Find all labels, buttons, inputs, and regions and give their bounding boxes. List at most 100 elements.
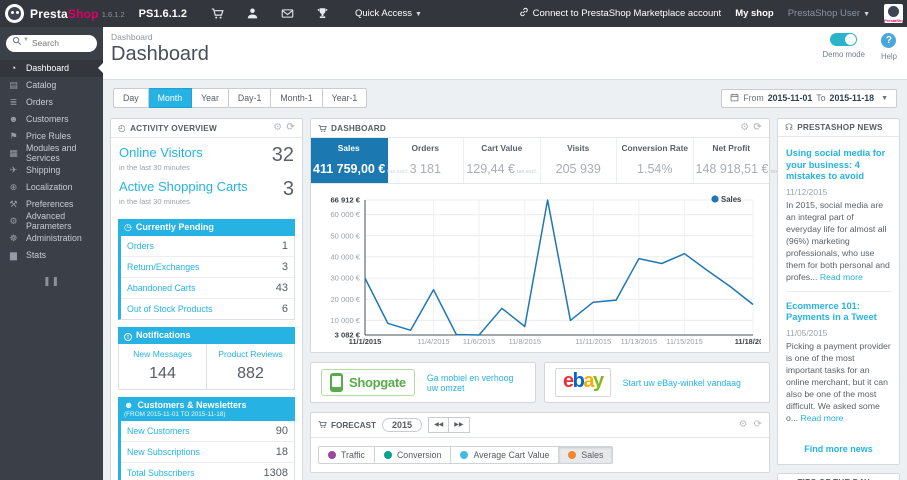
date-range-picker[interactable]: From 2015-11-01 To 2015-11-18 ▼ bbox=[721, 88, 897, 108]
quick-access-menu[interactable]: Quick Access ▼ bbox=[355, 8, 422, 19]
sidebar-item-catalog[interactable]: ▤ Catalog bbox=[0, 77, 103, 94]
sidebar-item-dashboard[interactable]: ◔ Dashboard bbox=[0, 59, 103, 77]
svg-text:20 000 €: 20 000 € bbox=[330, 295, 360, 304]
collapse-menu-icon[interactable]: ❚❚ bbox=[0, 276, 103, 287]
refresh-icon[interactable]: ⟳ bbox=[753, 123, 762, 133]
metric-cell-product-reviews[interactable]: Product Reviews 882 bbox=[207, 344, 295, 390]
activity-sections: ◷ Currently Pending Orders 1 Return/Exchange… bbox=[111, 219, 302, 480]
stat-cart-value[interactable]: Cart Value 129,44 € tax excl. bbox=[464, 138, 541, 183]
svg-text:10 000 €: 10 000 € bbox=[330, 316, 360, 325]
sidebar-item-administration[interactable]: ☸ Administration bbox=[0, 230, 103, 247]
demo-mode-toggle[interactable] bbox=[830, 33, 858, 46]
marketplace-link[interactable]: Connect to PrestaShop Marketplace accoun… bbox=[519, 7, 721, 20]
forecast-tab-sales[interactable]: Sales bbox=[559, 446, 614, 465]
ebay-link[interactable]: Start uw eBay-winkel vandaag bbox=[623, 378, 741, 388]
previous-year-button[interactable]: ◀◀ bbox=[428, 417, 450, 434]
metric-row-return-exchanges[interactable]: Return/Exchanges 3 bbox=[121, 257, 294, 278]
metric-row-out-of-stock-products[interactable]: Out of Stock Products 6 bbox=[121, 299, 294, 319]
cart-icon[interactable] bbox=[211, 7, 224, 20]
range-button-year-1[interactable]: Year-1 bbox=[322, 88, 368, 108]
metric-row-abandoned-carts[interactable]: Abandoned Carts 43 bbox=[121, 278, 294, 299]
forecast-tab-traffic[interactable]: Traffic bbox=[318, 446, 375, 465]
forecast-tab-average-cart-value[interactable]: Average Cart Value bbox=[451, 446, 560, 465]
kpi-link[interactable]: Online Visitors bbox=[119, 145, 203, 160]
stats-icon: ▆ bbox=[10, 249, 17, 260]
demo-mode-control: Demo mode bbox=[822, 33, 865, 61]
stat-sales[interactable]: Sales 411 759,00 € tax excl. bbox=[311, 138, 409, 183]
globe-icon: ⊕ bbox=[9, 181, 18, 192]
my-shop-link[interactable]: My shop bbox=[735, 8, 774, 19]
range-button-day-1[interactable]: Day-1 bbox=[228, 88, 272, 108]
search-scope-caret-icon[interactable]: ▼ bbox=[23, 37, 29, 43]
shopgate-ad[interactable]: Shopgate Ga mobiel en verhoog uw omzet bbox=[310, 362, 536, 403]
sidebar-item-label: Advanced Parameters bbox=[26, 211, 72, 231]
sidebar-nav: ◔ Dashboard ▤ Catalog ≣ Orders ☻ Customers ⚑ Pric… bbox=[0, 59, 103, 264]
svg-text:30 000 €: 30 000 € bbox=[330, 274, 360, 283]
metric-cell-new-messages[interactable]: New Messages 144 bbox=[118, 344, 207, 390]
ebay-ad[interactable]: ebay Start uw eBay-winkel vandaag bbox=[544, 362, 770, 403]
metric-row-total-subscribers[interactable]: Total Subscribers 1308 bbox=[121, 463, 294, 480]
stat-conversion-rate[interactable]: Conversion Rate 1.54% bbox=[617, 138, 694, 183]
sidebar-item-preferences[interactable]: ⚒ Preferences bbox=[0, 196, 103, 213]
forecast-tab-conversion[interactable]: Conversion bbox=[374, 446, 452, 465]
range-button-year[interactable]: Year bbox=[192, 88, 229, 108]
refresh-icon[interactable]: ⟳ bbox=[754, 420, 762, 430]
sidebar-item-customers[interactable]: ☻ Customers bbox=[0, 111, 103, 128]
sidebar-item-modules-and-services[interactable]: ▦ Modules and Services bbox=[0, 143, 103, 163]
sidebar-item-price-rules[interactable]: ⚑ Price Rules bbox=[0, 128, 103, 145]
news-panel-title: PRESTASHOP NEWS bbox=[797, 123, 883, 132]
gear-icon[interactable]: ⚙ bbox=[739, 420, 748, 430]
kpi-value: 32 bbox=[271, 144, 294, 166]
envelope-icon[interactable] bbox=[281, 7, 294, 20]
user-avatar[interactable]: PrestaShop bbox=[884, 4, 903, 23]
activity-overview-panel: ◴ ACTIVITY OVERVIEW ⚙ ⟳ 32 Online Visitor… bbox=[110, 118, 303, 480]
news-articles: Using social media for your business: 4 … bbox=[778, 137, 899, 438]
read-more-link[interactable]: Read more bbox=[801, 413, 844, 423]
gear-icon[interactable]: ⚙ bbox=[273, 123, 282, 133]
breadcrumb[interactable]: Dashboard bbox=[111, 32, 907, 42]
trophy-icon[interactable] bbox=[316, 7, 329, 20]
user-menu[interactable]: PrestaShop User ▼ bbox=[788, 8, 870, 19]
shop-name[interactable]: PS1.6.1.2 bbox=[139, 8, 187, 20]
range-button-day[interactable]: Day bbox=[113, 88, 149, 108]
section-customers-newsletters: ☻ Customers & Newsletters (FROM 2015-11-01… bbox=[118, 397, 295, 480]
customer-icon[interactable] bbox=[246, 7, 259, 20]
metric-row-new-customers[interactable]: New Customers 90 bbox=[121, 421, 294, 442]
sidebar-item-stats[interactable]: ▆ Stats bbox=[0, 247, 103, 264]
stat-visits[interactable]: Visits 205 939 bbox=[541, 138, 617, 183]
svg-text:11/6/2015: 11/6/2015 bbox=[463, 337, 495, 346]
shopgate-logo: Shopgate bbox=[321, 369, 415, 396]
alert-icon: ! bbox=[124, 333, 132, 341]
next-year-button[interactable]: ▶▶ bbox=[449, 417, 470, 434]
sidebar-item-label: Stats bbox=[26, 250, 47, 260]
stat-orders[interactable]: Orders 3 181 bbox=[388, 138, 464, 183]
sidebar-item-orders[interactable]: ≣ Orders bbox=[0, 94, 103, 111]
kpi-link[interactable]: Active Shopping Carts bbox=[119, 179, 248, 194]
brand-logo[interactable]: PrestaShop bbox=[30, 7, 99, 21]
sidebar-item-shipping[interactable]: ✈ Shipping bbox=[0, 162, 103, 179]
gear-icon[interactable]: ⚙ bbox=[740, 123, 749, 133]
metric-row-orders[interactable]: Orders 1 bbox=[121, 236, 294, 257]
forecast-year[interactable]: 2015 bbox=[382, 418, 423, 433]
range-button-month[interactable]: Month bbox=[148, 88, 193, 108]
refresh-icon[interactable]: ⟳ bbox=[286, 123, 295, 133]
sidebar-item-label: Dashboard bbox=[26, 63, 70, 73]
metric-row-new-subscriptions[interactable]: New Subscriptions 18 bbox=[121, 442, 294, 463]
article-title[interactable]: Ecommerce 101: Payments in a Tweet bbox=[786, 301, 891, 324]
range-button-month-1[interactable]: Month-1 bbox=[271, 88, 323, 108]
article-title[interactable]: Using social media for your business: 4 … bbox=[786, 148, 891, 183]
prestashop-logo-icon[interactable] bbox=[5, 4, 24, 23]
demo-mode-label: Demo mode bbox=[822, 50, 865, 59]
orders-icon: ≣ bbox=[9, 96, 18, 107]
dashboard-panel-title: DASHBOARD bbox=[331, 123, 387, 133]
sidebar-item-localization[interactable]: ⊕ Localization bbox=[0, 179, 103, 196]
shopgate-link[interactable]: Ga mobiel en verhoog uw omzet bbox=[427, 373, 525, 393]
stat-net-profit[interactable]: Net Profit148 918,51 €tax excl. bbox=[694, 138, 791, 183]
help-icon[interactable]: ? bbox=[881, 33, 897, 48]
partner-ads: Shopgate Ga mobiel en verhoog uw omzet e… bbox=[310, 362, 770, 403]
find-more-news-link[interactable]: Find more news bbox=[778, 438, 899, 464]
sidebar-item-label: Preferences bbox=[26, 199, 74, 209]
cart-icon bbox=[318, 420, 327, 431]
sidebar-item-advanced-parameters[interactable]: ⚙ Advanced Parameters bbox=[0, 211, 103, 231]
read-more-link[interactable]: Read more bbox=[820, 272, 863, 282]
